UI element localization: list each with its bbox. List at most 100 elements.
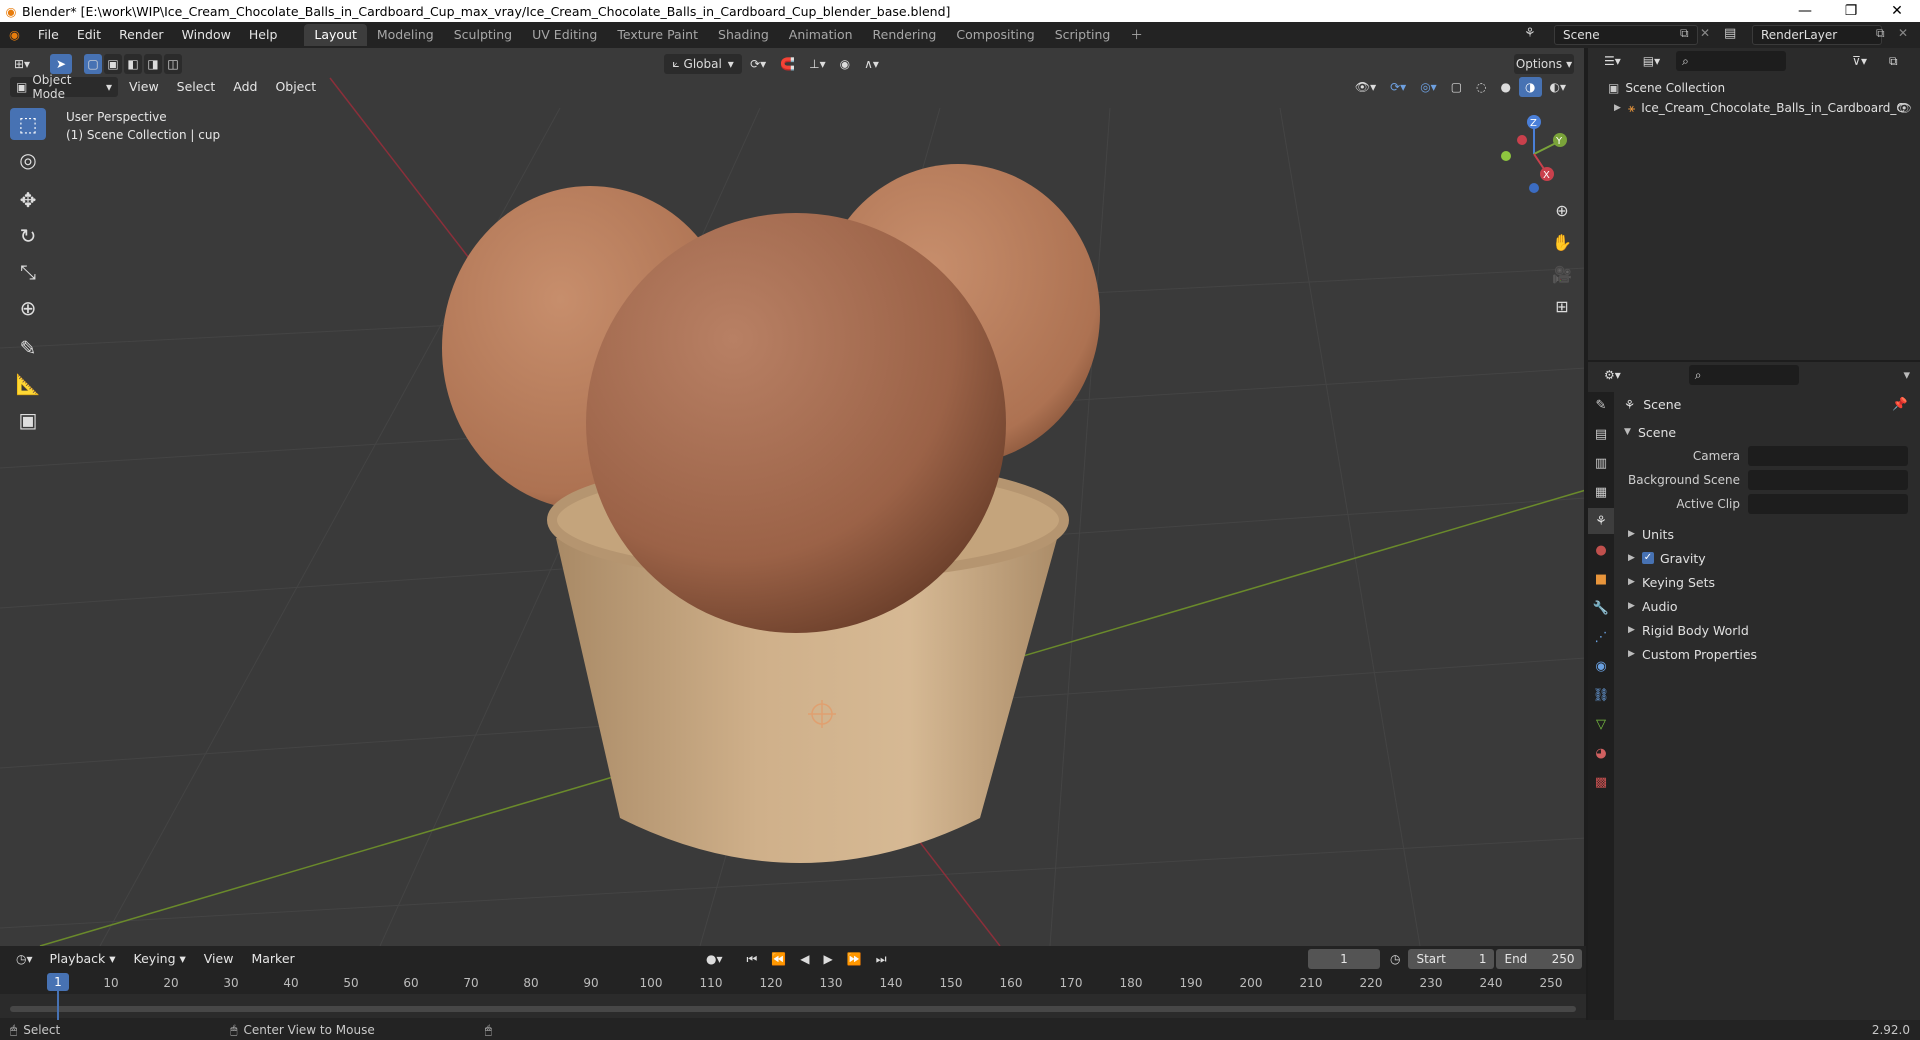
world-tab-icon[interactable]: ● (1588, 537, 1614, 563)
tab-texture-paint[interactable]: Texture Paint (607, 24, 708, 46)
scene-selector[interactable]: Scene (1554, 25, 1698, 45)
jump-end-icon[interactable]: ⏭ (870, 949, 893, 969)
tab-uv-editing[interactable]: UV Editing (522, 24, 607, 46)
display-mode-icon[interactable]: ▤▾ (1637, 51, 1666, 71)
viewport-menu-view[interactable]: View (120, 74, 168, 100)
viewport-menu-add[interactable]: Add (224, 74, 266, 100)
falloff-icon[interactable]: ∧▾ (858, 54, 885, 74)
orientation-dropdown[interactable]: ⟀ Global ▾ (664, 53, 743, 74)
pin-icon[interactable]: 📌 (1892, 396, 1908, 412)
scene-panel-header[interactable]: ▼ Scene (1618, 420, 1918, 444)
viewport-3d[interactable]: ⊞▾ ➤ ▢ ▣ ◧ ◨ ◫ ⟀ Global ▾ ⟳▾ 🧲 ⊥▾ ◉ ∧▾ O… (0, 48, 1586, 946)
select-mode-invert-icon[interactable]: ◨ (144, 53, 163, 74)
snap-icon[interactable]: 🧲 (774, 54, 801, 74)
tab-sculpting[interactable]: Sculpting (444, 24, 522, 46)
tab-shading[interactable]: Shading (708, 24, 779, 46)
menu-help[interactable]: Help (240, 22, 287, 48)
add-cube-icon[interactable]: ▣ (10, 404, 46, 436)
pan-hand-icon[interactable]: ✋ (1548, 228, 1576, 256)
delete-scene-icon[interactable]: ✕ (1700, 26, 1710, 40)
annotate-icon[interactable]: ✎ (10, 332, 46, 364)
filter-icon[interactable]: ⊽▾ (1846, 51, 1873, 71)
play-icon[interactable]: ▶ (818, 949, 839, 969)
new-layer-icon[interactable]: ⧉ (1876, 26, 1885, 41)
chevron-down-icon[interactable]: ▾ (1903, 368, 1910, 383)
cursor-icon[interactable]: ◎ (10, 144, 46, 176)
data-tab-icon[interactable]: ▽ (1588, 711, 1614, 737)
record-icon[interactable]: ●▾ (700, 949, 729, 969)
select-mode-subtract-icon[interactable]: ◧ (124, 53, 143, 74)
material-shading-icon[interactable]: ◑ (1519, 76, 1542, 97)
material-tab-icon[interactable]: ◕ (1588, 740, 1614, 766)
modifier-tab-icon[interactable]: 🔧 (1588, 595, 1614, 621)
menu-edit[interactable]: Edit (68, 22, 110, 48)
scale-icon[interactable]: ⤡ (10, 256, 46, 288)
outliner-search-input[interactable]: ⌕ (1676, 51, 1787, 71)
render-layer-icon[interactable]: ▤ (1724, 26, 1736, 41)
timeline-menu-view[interactable]: View (195, 946, 243, 972)
gravity-panel[interactable]: ▶ ✓ Gravity (1618, 546, 1918, 570)
render-tab-icon[interactable]: ▤ (1588, 421, 1614, 447)
custom-properties-panel[interactable]: ▶ Custom Properties (1618, 642, 1918, 666)
rotate-icon[interactable]: ↻ (10, 220, 46, 252)
view-layer-tab-icon[interactable]: ▦ (1588, 479, 1614, 505)
scene-type-icon[interactable]: ⚘ (1524, 26, 1536, 41)
tab-compositing[interactable]: Compositing (946, 24, 1044, 46)
viewport-menu-select[interactable]: Select (168, 74, 225, 100)
timeline-ruler[interactable]: 1102030405060708090100110120130140150160… (0, 974, 1586, 994)
audio-panel[interactable]: ▶ Audio (1618, 594, 1918, 618)
overlay-icon[interactable]: ◎▾ (1414, 77, 1443, 97)
gizmo-icon[interactable]: ⟳▾ (1384, 77, 1412, 97)
particles-tab-icon[interactable]: ⋰ (1588, 624, 1614, 650)
camera-view-icon[interactable]: 🎥 (1548, 260, 1576, 288)
add-workspace-icon[interactable]: ＋ (1120, 24, 1153, 46)
move-icon[interactable]: ✥ (10, 184, 46, 216)
ortho-toggle-icon[interactable]: ⊞ (1548, 292, 1576, 320)
end-frame-field[interactable]: End 250 (1496, 949, 1583, 969)
navigation-gizmo[interactable]: Z Y X (1490, 108, 1580, 198)
viewport-menu-object[interactable]: Object (266, 74, 325, 100)
expand-icon[interactable]: ▶ (1614, 103, 1628, 113)
timeline-menu-keying[interactable]: Keying ▾ (125, 946, 195, 972)
mode-dropdown[interactable]: ▣ Object Mode ▾ (10, 73, 118, 101)
solid-shading-icon[interactable]: ● (1495, 77, 1517, 97)
transform-icon[interactable]: ⊕ (10, 292, 46, 324)
stopwatch-icon[interactable]: ◷ (1384, 949, 1406, 969)
close-icon[interactable]: ✕ (1874, 3, 1920, 19)
select-mode-extend-icon[interactable]: ▣ (104, 53, 123, 74)
wireframe-shading-icon[interactable]: ◌ (1470, 77, 1492, 97)
menu-render[interactable]: Render (110, 22, 173, 48)
eye-icon[interactable]: 👁 (1897, 101, 1912, 115)
minimize-icon[interactable]: — (1782, 3, 1828, 19)
next-keyframe-icon[interactable]: ⏩ (841, 949, 868, 969)
rigid-body-world-panel[interactable]: ▶ Rigid Body World (1618, 618, 1918, 642)
tab-layout[interactable]: Layout (304, 24, 367, 46)
tab-rendering[interactable]: Rendering (863, 24, 947, 46)
keying-sets-panel[interactable]: ▶ Keying Sets (1618, 570, 1918, 594)
select-box-icon[interactable]: ⬚ (10, 108, 46, 140)
menu-window[interactable]: Window (173, 22, 240, 48)
active-clip-field[interactable] (1748, 494, 1908, 514)
snap-target-icon[interactable]: ⊥▾ (803, 54, 831, 74)
measure-icon[interactable]: 📐 (10, 368, 46, 400)
output-tab-icon[interactable]: ▥ (1588, 450, 1614, 476)
zoom-icon[interactable]: ⊕ (1548, 196, 1576, 224)
timeline-editor-type-icon[interactable]: ◷▾ (10, 949, 39, 969)
render-layer-selector[interactable]: RenderLayer (1752, 25, 1882, 45)
outliner-item[interactable]: ▶ ⚹ Ice_Cream_Chocolate_Balls_in_Cardboa… (1588, 98, 1920, 118)
select-mode-intersect-icon[interactable]: ◫ (164, 53, 183, 74)
new-scene-icon[interactable]: ⧉ (1680, 26, 1689, 41)
playhead-line[interactable] (57, 991, 59, 1021)
select-tool-icon[interactable]: ➤ (50, 53, 73, 74)
proportional-edit-icon[interactable]: ◉ (834, 54, 856, 74)
constraints-tab-icon[interactable]: ⛓ (1588, 682, 1614, 708)
timeline-scrollbar[interactable] (10, 1006, 1576, 1012)
outliner-scene-collection[interactable]: ▣ Scene Collection (1588, 78, 1920, 98)
menu-file[interactable]: File (29, 22, 68, 48)
editor-type-icon[interactable]: ⊞▾ (8, 54, 36, 74)
object-tab-icon[interactable]: ■ (1588, 566, 1614, 592)
start-frame-field[interactable]: Start 1 (1408, 949, 1495, 969)
timeline-menu-playback[interactable]: Playback ▾ (41, 946, 125, 972)
tab-animation[interactable]: Animation (779, 24, 863, 46)
units-panel[interactable]: ▶ Units (1618, 522, 1918, 546)
